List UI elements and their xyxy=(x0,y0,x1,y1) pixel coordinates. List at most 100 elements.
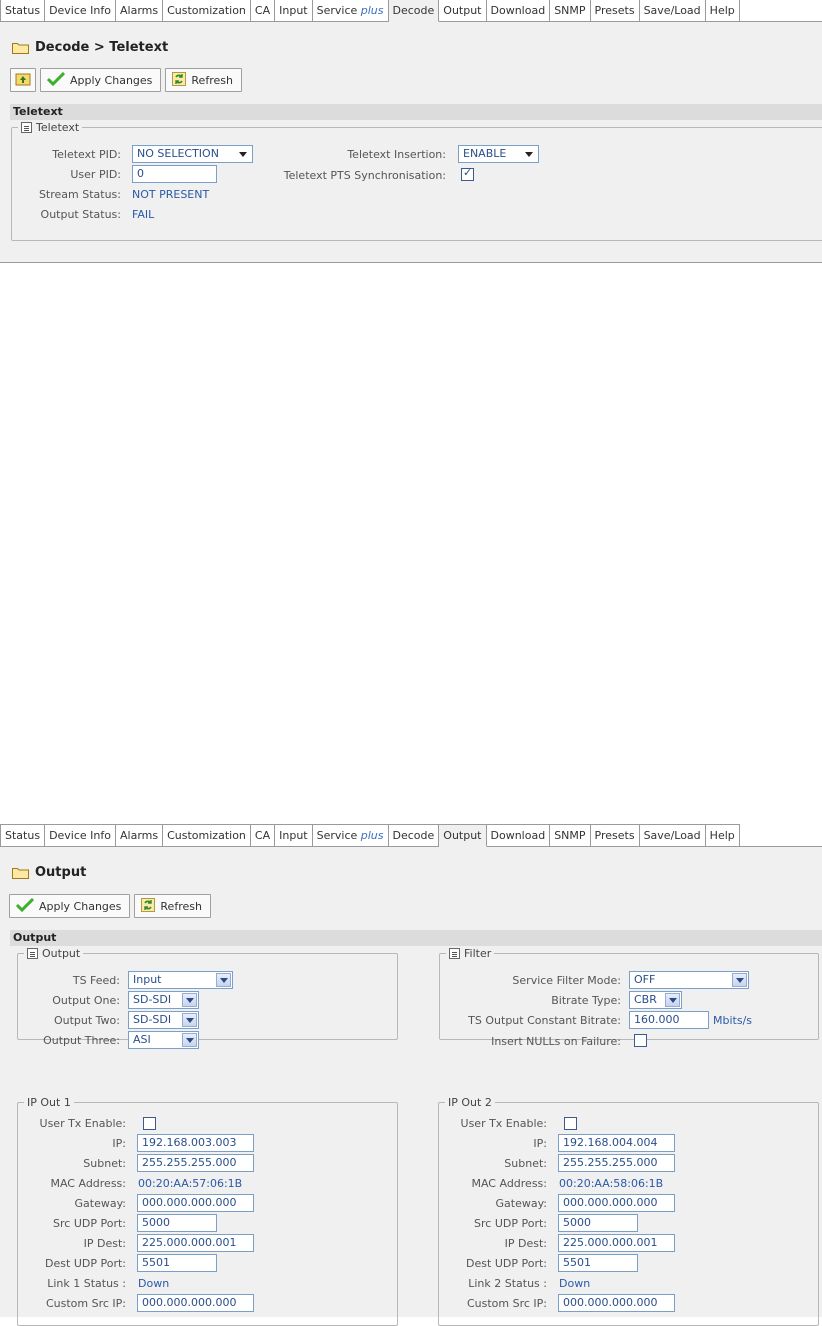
up-folder-button[interactable] xyxy=(10,68,36,92)
gateway-input[interactable]: 000.000.000.000 xyxy=(137,1194,254,1212)
folder-icon xyxy=(12,866,29,879)
teletext-pid-value: NO SELECTION xyxy=(137,147,219,160)
filter-group-legend: Filter xyxy=(446,947,494,960)
refresh-button[interactable]: Refresh xyxy=(134,894,211,918)
group-title: Filter xyxy=(464,947,492,960)
user-pid-input[interactable]: 0 xyxy=(132,165,217,183)
tab-ca[interactable]: CA xyxy=(250,824,276,846)
dropdown-arrow-icon xyxy=(216,973,231,987)
link-status-value: Down xyxy=(138,1277,170,1290)
tab-label: Output xyxy=(443,829,482,842)
tab-service[interactable]: Service plus xyxy=(312,0,389,21)
src-udp-input[interactable]: 5000 xyxy=(137,1214,217,1232)
custom-src-input[interactable]: 000.000.000.000 xyxy=(137,1294,254,1312)
apply-changes-button[interactable]: Apply Changes xyxy=(9,894,131,918)
tx-enable-checkbox[interactable] xyxy=(143,1117,156,1130)
refresh-label: Refresh xyxy=(160,899,202,913)
tab-output[interactable]: Output xyxy=(439,0,487,21)
tab-output[interactable]: Output xyxy=(439,824,487,847)
output-two-select[interactable]: SD-SDI xyxy=(128,1011,199,1029)
tab-label: Service xyxy=(316,829,358,842)
teletext-pid-select[interactable]: NO SELECTION xyxy=(132,145,253,163)
tab-alarms[interactable]: Alarms xyxy=(116,824,164,846)
tab-decode[interactable]: Decode xyxy=(388,0,440,22)
tab-help[interactable]: Help xyxy=(705,824,740,846)
ip-input[interactable]: 192.168.003.003 xyxy=(137,1134,254,1152)
constant-bitrate-input[interactable]: 160.000 xyxy=(629,1011,709,1029)
pts-sync-label: Teletext PTS Synchronisation: xyxy=(283,169,446,182)
output-three-label: Output Three: xyxy=(43,1034,120,1047)
tx-enable-label: User Tx Enable: xyxy=(39,1117,126,1130)
gateway-input[interactable]: 000.000.000.000 xyxy=(558,1194,675,1212)
tab-label: Presets xyxy=(594,829,635,842)
tab-alarms[interactable]: Alarms xyxy=(116,0,164,21)
tab-status[interactable]: Status xyxy=(0,0,46,21)
output-one-label: Output One: xyxy=(52,994,120,1007)
output-panel: Status Device Info Alarms Customization CA In… xyxy=(0,824,822,1326)
dest-udp-input[interactable]: 5501 xyxy=(137,1254,217,1272)
bitrate-type-select[interactable]: CBR xyxy=(629,991,682,1009)
custom-src-input[interactable]: 000.000.000.000 xyxy=(558,1294,675,1312)
tab-download[interactable]: Download xyxy=(486,824,551,846)
tab-help[interactable]: Help xyxy=(705,0,740,21)
ip-dest-input[interactable]: 225.000.000.001 xyxy=(558,1234,675,1252)
tab-input[interactable]: Input xyxy=(275,0,313,21)
apply-changes-button[interactable]: Apply Changes xyxy=(40,68,162,92)
output-two-value: SD-SDI xyxy=(133,1013,172,1026)
tab-save-load[interactable]: Save/Load xyxy=(639,824,706,846)
subnet-label: Subnet: xyxy=(504,1157,547,1170)
tab-label: Output xyxy=(443,4,482,17)
pts-sync-checkbox[interactable] xyxy=(461,166,474,181)
tab-label: Save/Load xyxy=(643,4,701,17)
dest-udp-input[interactable]: 5501 xyxy=(558,1254,638,1272)
teletext-insertion-select[interactable]: ENABLE xyxy=(458,145,539,163)
tab-service[interactable]: Service plus xyxy=(312,824,389,846)
service-filter-select[interactable]: OFF xyxy=(629,971,749,989)
src-udp-input[interactable]: 5000 xyxy=(558,1214,638,1232)
subnet-input[interactable]: 255.255.255.000 xyxy=(137,1154,254,1172)
output-three-select[interactable]: ASI xyxy=(128,1031,199,1049)
group-title: Output xyxy=(42,947,81,960)
tab-input[interactable]: Input xyxy=(275,824,313,846)
stream-status-label: Stream Status: xyxy=(38,188,121,201)
tab-decode[interactable]: Decode xyxy=(388,824,440,846)
ts-feed-value: Input xyxy=(133,973,162,986)
tab-save-load[interactable]: Save/Load xyxy=(639,0,706,21)
tab-label: Status xyxy=(5,4,41,17)
tab-download[interactable]: Download xyxy=(486,0,551,21)
tab-customization[interactable]: Customization xyxy=(163,824,251,846)
tab-presets[interactable]: Presets xyxy=(590,824,640,846)
tab-snmp[interactable]: SNMP xyxy=(550,824,591,846)
ts-feed-select[interactable]: Input xyxy=(128,971,233,989)
ip-input[interactable]: 192.168.004.004 xyxy=(558,1134,675,1152)
insert-nulls-checkbox[interactable] xyxy=(634,1034,647,1047)
ip-dest-label: IP Dest: xyxy=(83,1237,126,1250)
mac-label: MAC Address: xyxy=(50,1177,126,1190)
output-one-select[interactable]: SD-SDI xyxy=(128,991,199,1009)
ip-label: IP: xyxy=(112,1137,126,1150)
ip-dest-input[interactable]: 225.000.000.001 xyxy=(137,1234,254,1252)
ip-dest-label: IP Dest: xyxy=(504,1237,547,1250)
link-status-value: Down xyxy=(559,1277,591,1290)
subnet-input[interactable]: 255.255.255.000 xyxy=(558,1154,675,1172)
tab-presets[interactable]: Presets xyxy=(590,0,640,21)
checkmark-icon xyxy=(46,71,66,89)
page-title: Decode > Teletext xyxy=(35,39,169,55)
tx-enable-checkbox[interactable] xyxy=(564,1117,577,1130)
refresh-button[interactable]: Refresh xyxy=(165,68,242,92)
tab-device-info[interactable]: Device Info xyxy=(45,824,116,846)
service-filter-value: OFF xyxy=(634,973,656,986)
constant-bitrate-label: TS Output Constant Bitrate: xyxy=(468,1014,621,1027)
tab-customization[interactable]: Customization xyxy=(163,0,251,21)
tab-label: SNMP xyxy=(554,4,586,17)
apply-changes-label: Apply Changes xyxy=(70,73,153,87)
tab-label: CA xyxy=(254,4,271,17)
apply-changes-label: Apply Changes xyxy=(39,899,122,913)
bitrate-type-value: CBR xyxy=(634,993,657,1006)
user-pid-label: User PID: xyxy=(70,168,121,181)
subnet-label: Subnet: xyxy=(83,1157,126,1170)
tab-ca[interactable]: CA xyxy=(250,0,276,21)
tab-status[interactable]: Status xyxy=(0,824,46,846)
tab-snmp[interactable]: SNMP xyxy=(550,0,591,21)
tab-device-info[interactable]: Device Info xyxy=(45,0,116,21)
